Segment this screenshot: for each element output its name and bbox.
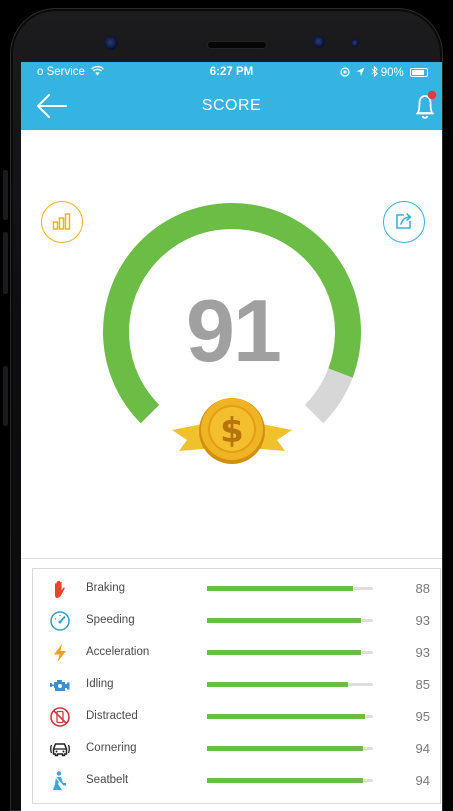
metric-row-idling[interactable]: Idling 85 <box>33 669 442 701</box>
metric-row-distracted[interactable]: Distracted 95 <box>33 701 442 733</box>
volume-down-button <box>3 232 8 294</box>
dollar-coin-icon: $ <box>172 398 292 464</box>
metric-bar-fill <box>207 586 354 591</box>
metrics-panel: Braking 88 Speeding 93 Acceleration 93 I… <box>32 568 441 804</box>
metric-label: Distracted <box>86 710 138 722</box>
svg-text:$: $ <box>220 411 244 451</box>
metric-value: 88 <box>415 581 430 596</box>
metric-value: 95 <box>415 709 430 724</box>
metric-label: Braking <box>86 582 125 594</box>
metric-bar-track <box>207 714 373 719</box>
metric-row-speeding[interactable]: Speeding 93 <box>33 605 442 637</box>
speedometer-icon <box>50 611 70 631</box>
metric-value: 85 <box>415 677 430 692</box>
front-sensor <box>104 36 118 50</box>
panel-divider <box>21 558 442 559</box>
metric-row-cornering[interactable]: Cornering 94 <box>33 733 442 765</box>
metric-label: Seatbelt <box>86 774 129 786</box>
metric-bar-fill <box>207 778 364 783</box>
metric-value: 93 <box>415 645 430 660</box>
car-icon <box>50 743 70 757</box>
proximity-sensor <box>351 39 359 47</box>
metric-bar-fill <box>207 682 349 687</box>
metric-bar-fill <box>207 714 365 719</box>
metric-bar-track <box>207 618 373 623</box>
metric-value: 93 <box>415 613 430 628</box>
metric-row-braking[interactable]: Braking 88 <box>33 573 442 605</box>
app-screen: o Service 6:27 PM 90% SCORE 91 $ Braking… <box>21 62 442 811</box>
metric-bar-track <box>207 778 373 783</box>
metric-bar-fill <box>207 650 362 655</box>
phone-device: o Service 6:27 PM 90% SCORE 91 $ Braking… <box>0 0 453 811</box>
metric-label: Idling <box>86 678 114 690</box>
metric-bar-fill <box>207 618 362 623</box>
metric-label: Speeding <box>86 614 135 626</box>
metric-bar-track <box>207 682 373 687</box>
no-phone-icon <box>50 707 70 727</box>
hand-stop-icon <box>55 580 65 598</box>
seatbelt-icon <box>53 771 66 790</box>
metric-value: 94 <box>415 773 430 788</box>
metric-bar-fill <box>207 746 364 751</box>
assistant-button <box>3 366 8 426</box>
metric-value: 94 <box>415 741 430 756</box>
metric-bar-track <box>207 746 373 751</box>
metric-bar-track <box>207 586 373 591</box>
earpiece-speaker <box>208 42 266 48</box>
engine-icon <box>50 680 70 691</box>
front-camera <box>313 36 325 48</box>
volume-up-button <box>3 170 8 220</box>
metric-row-acceleration[interactable]: Acceleration 93 <box>33 637 442 669</box>
metric-row-seatbelt[interactable]: Seatbelt 94 <box>33 765 442 797</box>
metric-bar-track <box>207 650 373 655</box>
lightning-icon <box>54 644 66 662</box>
metric-label: Cornering <box>86 742 137 754</box>
metric-label: Acceleration <box>86 646 150 658</box>
